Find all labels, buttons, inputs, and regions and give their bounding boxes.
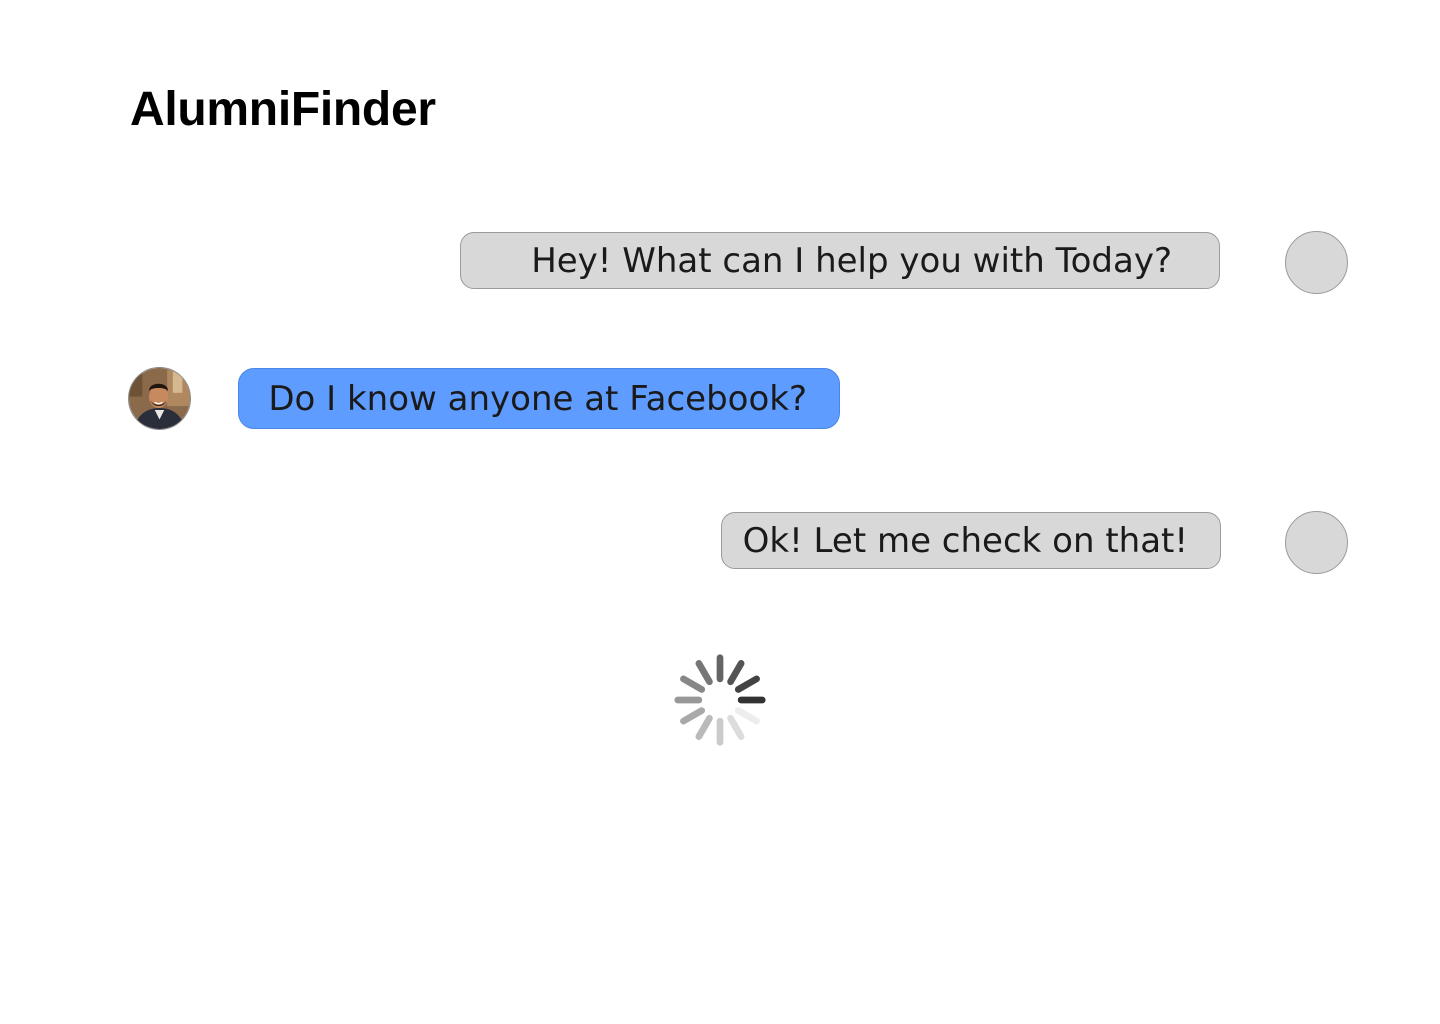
user-message-bubble: Do I know anyone at Facebook? bbox=[238, 368, 840, 429]
spinner-spoke bbox=[727, 660, 745, 686]
user-message-text: Do I know anyone at Facebook? bbox=[268, 378, 807, 419]
spinner-spoke bbox=[734, 707, 760, 725]
loading-spinner-icon bbox=[672, 652, 768, 748]
bot-message-bubble: Hey! What can I help you with Today? bbox=[460, 232, 1220, 289]
bot-message-bubble: Ok! Let me check on that! bbox=[721, 512, 1221, 569]
user-avatar bbox=[128, 367, 191, 430]
bot-message-text: Ok! Let me check on that! bbox=[742, 520, 1188, 561]
spinner-spoke bbox=[695, 660, 713, 686]
user-avatar-photo bbox=[129, 368, 190, 429]
bot-message-text: Hey! What can I help you with Today? bbox=[531, 240, 1172, 281]
spinner-spoke bbox=[680, 675, 706, 693]
spinner-spoke bbox=[695, 714, 713, 740]
spinner-spoke bbox=[734, 675, 760, 693]
spinner-spoke bbox=[680, 707, 706, 725]
bot-avatar bbox=[1285, 511, 1348, 574]
spinner-spoke bbox=[727, 714, 745, 740]
bot-avatar bbox=[1285, 231, 1348, 294]
app-title: AlumniFinder bbox=[130, 83, 436, 136]
